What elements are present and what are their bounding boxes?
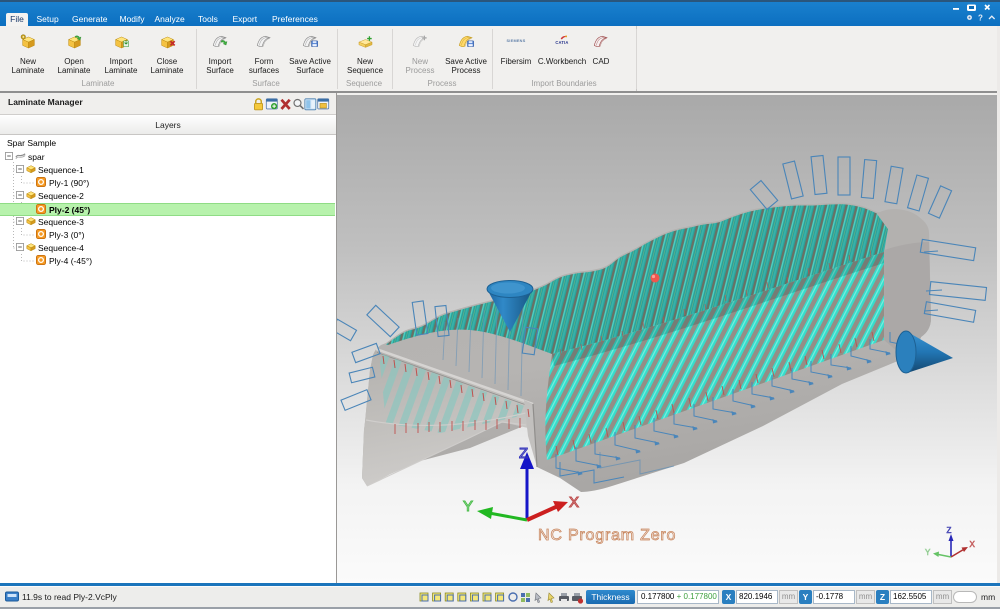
svg-text:X: X [569,494,579,511]
svg-text:Z: Z [519,445,528,462]
svg-text:X: X [970,540,976,549]
svg-text:Y: Y [463,498,473,515]
svg-text:?: ? [978,14,983,23]
svg-text:NC Program Zero: NC Program Zero [538,527,676,544]
svg-text:Z: Z [947,526,952,535]
svg-text:Y: Y [925,548,931,557]
